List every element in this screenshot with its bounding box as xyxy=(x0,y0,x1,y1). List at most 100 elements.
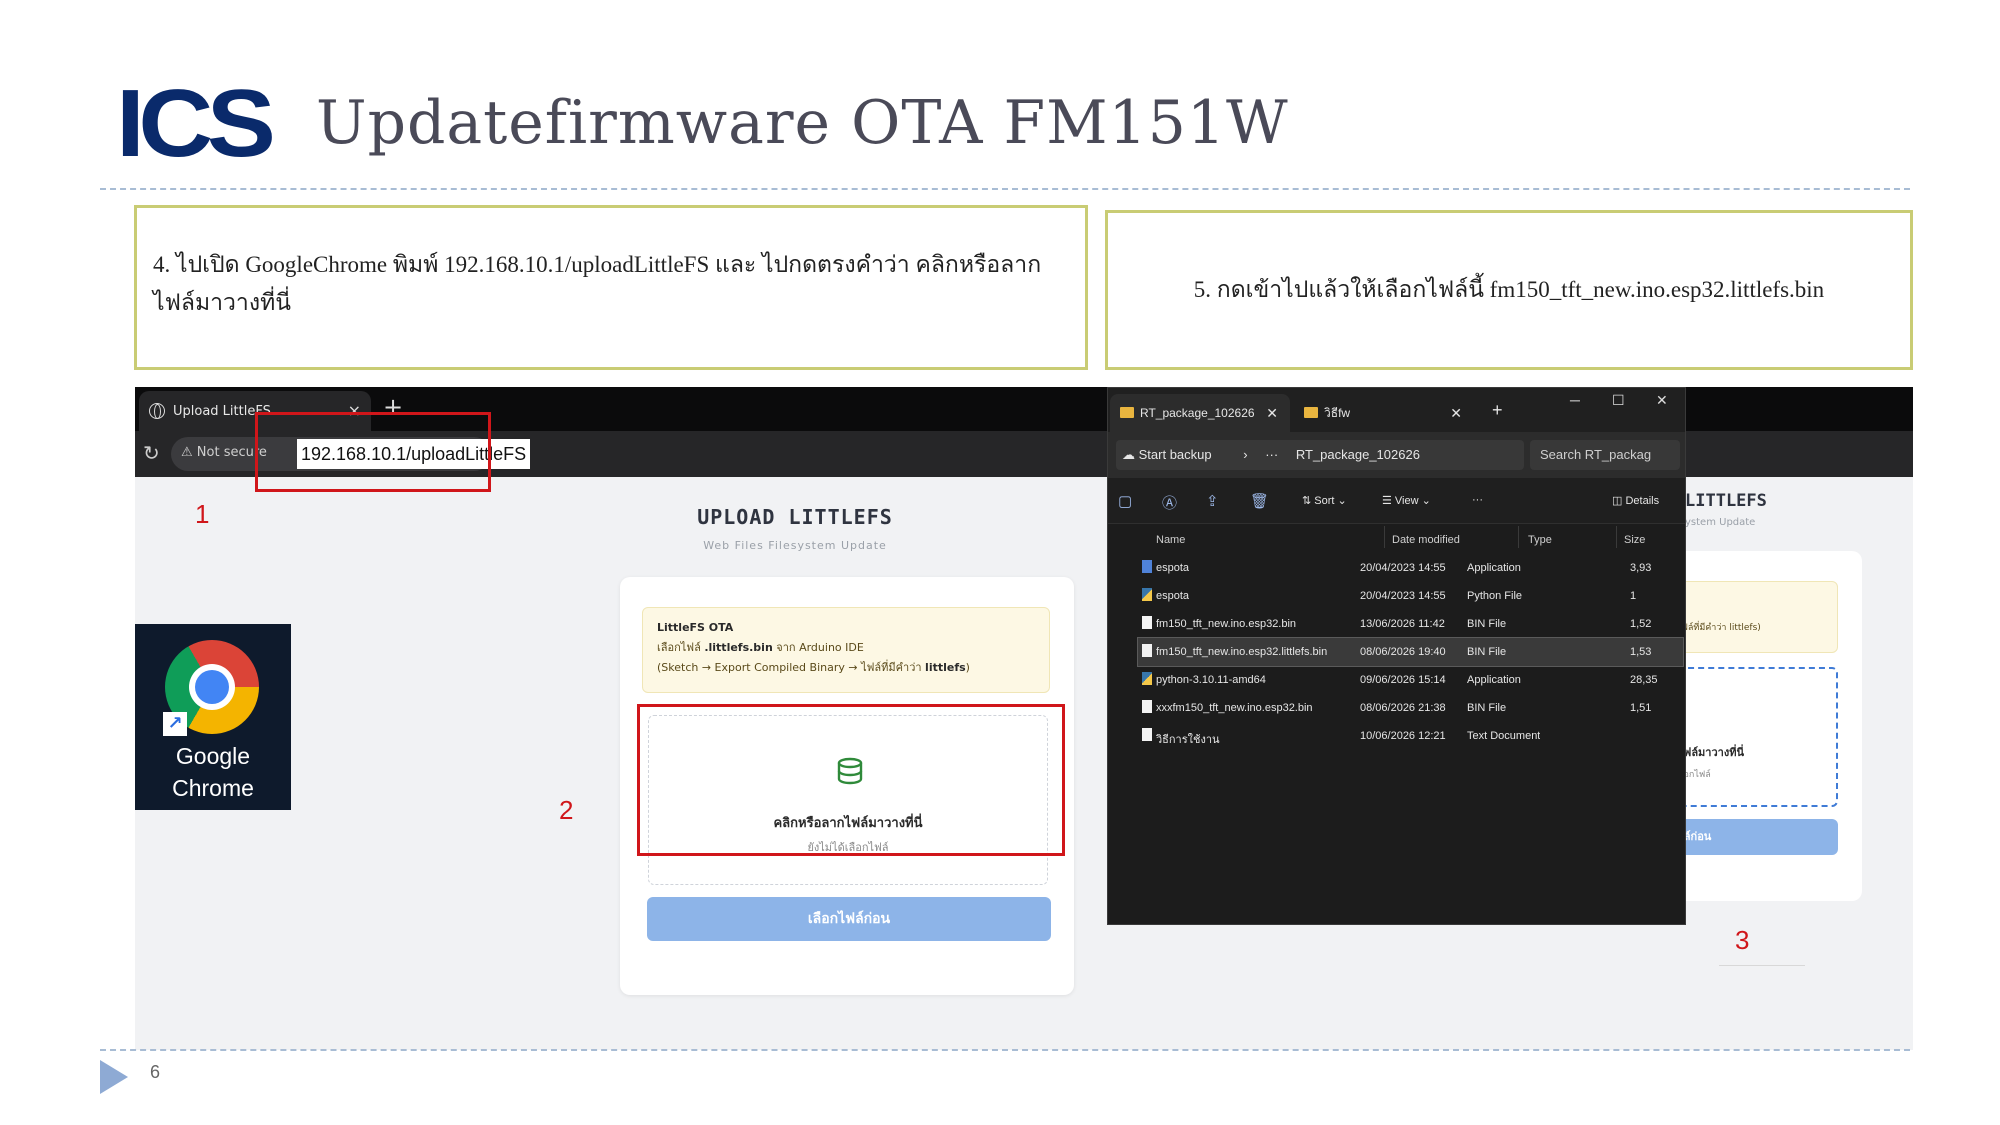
slide-title: Updatefirmware OTA FM151W xyxy=(316,88,1289,158)
browser-screenshot: Upload LittleFS × + ↻ ⚠ Not secure 192.1… xyxy=(135,387,1107,1050)
file-size: 28,35 xyxy=(1630,674,1658,686)
column-separator[interactable] xyxy=(1518,526,1519,548)
new-tab-icon[interactable]: + xyxy=(1492,400,1503,421)
globe-icon xyxy=(149,403,165,419)
info-line-1: เลือกไฟล์ .littlefs.bin จาก Arduino IDE xyxy=(657,640,864,654)
page-number: 6 xyxy=(150,1062,161,1082)
file-icon xyxy=(1142,728,1152,741)
info-title: LittleFS OTA xyxy=(657,621,734,634)
background-upload-card: ไฟล์ที่มีคำว่า littlefs) ไฟล์มาวางที่นี่… xyxy=(1672,551,1862,901)
delete-icon[interactable]: 🗑 xyxy=(1250,492,1269,510)
marker-1: 1 xyxy=(195,499,210,529)
background-dropzone-label: ไฟล์มาวางที่นี่ xyxy=(1678,746,1744,759)
folder-icon xyxy=(1304,407,1318,418)
explorer-tab-label: วิธีfw xyxy=(1324,406,1351,420)
column-separator[interactable] xyxy=(1384,526,1385,548)
file-date: 20/04/2023 14:55 xyxy=(1360,590,1446,602)
bottom-divider xyxy=(100,1049,1910,1051)
file-row[interactable]: xxxfm150_tft_new.ino.esp32.bin 08/06/2026… xyxy=(1138,694,1683,722)
shortcut-arrow-icon: ↗ xyxy=(163,712,187,736)
file-name: fm150_tft_new.ino.esp32.littlefs.bin xyxy=(1156,646,1328,658)
step5-text: 5. กดเข้าไปแล้วให้เลือกไฟล์นี้ fm150_tft… xyxy=(1193,277,1825,303)
breadcrumb-start-backup[interactable]: ☁ Start backup xyxy=(1122,447,1226,462)
sort-button[interactable]: ⇅ Sort ⌄ xyxy=(1302,494,1347,507)
file-type: BIN File xyxy=(1467,646,1507,658)
file-list: espota 20/04/2023 14:55 Application 3,93 esp… xyxy=(1137,554,1684,750)
breadcrumb-more[interactable]: ··· xyxy=(1265,447,1278,462)
close-window-icon[interactable]: ✕ xyxy=(1656,392,1668,409)
file-type: Python File xyxy=(1467,590,1523,602)
file-row[interactable]: espota 20/04/2023 14:55 Application 3,93 xyxy=(1138,554,1683,582)
background-dropzone-active[interactable]: ไฟล์มาวางที่นี่ ลือกไฟล์ xyxy=(1672,667,1838,807)
ics-logo: ICS xyxy=(116,70,276,177)
explorer-tab-rt-package[interactable]: RT_package_102626 ✕ xyxy=(1110,394,1290,432)
share-icon[interactable]: ⇪ xyxy=(1206,492,1219,510)
marker-3-underline xyxy=(1719,965,1805,966)
breadcrumb[interactable]: ☁ Start backup › ··· RT_package_102626 xyxy=(1116,440,1524,470)
marker-2: 2 xyxy=(559,795,574,825)
rename-icon[interactable]: Ⓐ xyxy=(1162,492,1177,513)
search-input[interactable]: Search RT_packag xyxy=(1530,440,1680,470)
file-date: 20/04/2023 14:55 xyxy=(1360,562,1446,574)
more-options-button[interactable]: ··· xyxy=(1472,494,1483,506)
info-box: LittleFS OTA เลือกไฟล์ .littlefs.bin จาก… xyxy=(642,607,1050,693)
minimize-icon[interactable]: ─ xyxy=(1570,392,1580,408)
upload-page-title: UPLOAD LITTLEFS xyxy=(697,505,893,529)
background-choose-button[interactable]: ฟล์ก่อน xyxy=(1672,819,1838,855)
background-page-title: LITTLEFS xyxy=(1685,491,1767,511)
reload-icon[interactable]: ↻ xyxy=(143,441,160,465)
explorer-tab-label: RT_package_102626 xyxy=(1140,406,1255,420)
column-name[interactable]: Name xyxy=(1156,534,1185,546)
column-type[interactable]: Type xyxy=(1528,534,1552,546)
file-row[interactable]: python-3.10.11-amd64 09/06/2026 15:14 Appl… xyxy=(1138,666,1683,694)
file-size: 3,93 xyxy=(1630,562,1652,574)
file-icon xyxy=(1142,616,1152,629)
explorer-toolbar: ▢ Ⓐ ⇪ 🗑 ⇅ Sort ⌄ ☰ View ⌄ ··· ◫ Details xyxy=(1108,478,1685,524)
column-size[interactable]: Size xyxy=(1624,534,1645,546)
file-name: python-3.10.11-amd64 xyxy=(1156,674,1266,686)
file-size: 1,51 xyxy=(1630,702,1652,714)
file-name: วิธีการใช้งาน xyxy=(1156,734,1220,746)
step5-instruction: 5. กดเข้าไปแล้วให้เลือกไฟล์นี้ fm150_tft… xyxy=(1105,210,1913,370)
maximize-icon[interactable]: ☐ xyxy=(1612,392,1625,409)
choose-file-button[interactable]: เลือกไฟล์ก่อน xyxy=(647,897,1051,941)
breadcrumb-current[interactable]: RT_package_102626 xyxy=(1296,447,1420,462)
file-type: BIN File xyxy=(1467,618,1507,630)
column-separator[interactable] xyxy=(1616,526,1617,548)
file-explorer-window: RT_package_102626 ✕ วิธีfw ✕ + ─ ☐ ✕ ☁ S… xyxy=(1107,387,1686,925)
file-name: espota xyxy=(1156,562,1190,574)
explorer-screenshot: LITTLEFS ystem Update ไฟล์ที่มีคำว่า lit… xyxy=(1107,387,1913,1050)
background-page-subtitle: ystem Update xyxy=(1685,517,1756,528)
python-file-icon xyxy=(1142,672,1152,685)
file-type: Application xyxy=(1467,562,1521,574)
file-type: Text Document xyxy=(1467,730,1541,742)
folder-icon xyxy=(1120,407,1134,418)
file-type: Application xyxy=(1467,674,1521,686)
column-date[interactable]: Date modified xyxy=(1392,534,1460,546)
file-date: 09/06/2026 15:14 xyxy=(1360,674,1446,686)
file-size: 1 xyxy=(1630,590,1637,602)
background-info-box: ไฟล์ที่มีคำว่า littlefs) xyxy=(1672,581,1838,653)
info-line-2: (Sketch → Export Compiled Binary → ไฟล์ท… xyxy=(657,660,970,674)
file-date: 10/06/2026 12:21 xyxy=(1360,730,1446,742)
explorer-tab-fw[interactable]: วิธีfw ✕ xyxy=(1294,394,1474,432)
file-icon xyxy=(1142,644,1152,657)
new-item-icon[interactable]: ▢ xyxy=(1118,492,1132,510)
file-row[interactable]: fm150_tft_new.ino.esp32.bin 13/06/2026 11… xyxy=(1138,610,1683,638)
view-button[interactable]: ☰ View ⌄ xyxy=(1382,494,1431,507)
column-headers: Name Date modified Type Size xyxy=(1108,524,1685,554)
details-button[interactable]: ◫ Details xyxy=(1612,494,1659,507)
file-row[interactable]: espota 20/04/2023 14:55 Python File 1 xyxy=(1138,582,1683,610)
python-file-icon xyxy=(1142,588,1152,601)
google-chrome-shortcut[interactable]: ↗ Google Chrome xyxy=(135,624,291,810)
application-icon xyxy=(1142,560,1152,573)
close-tab-icon[interactable]: ✕ xyxy=(1266,394,1278,432)
file-name: fm150_tft_new.ino.esp32.bin xyxy=(1156,618,1297,630)
file-row[interactable]: fm150_tft_new.ino.esp32.littlefs.bin 08/0… xyxy=(1137,637,1684,667)
file-type: BIN File xyxy=(1467,702,1507,714)
close-tab-icon[interactable]: ✕ xyxy=(1450,394,1462,432)
file-row[interactable]: วิธีการใช้งาน 10/06/2026 12:21 Text Docume… xyxy=(1138,722,1683,750)
file-size: 1,53 xyxy=(1630,646,1652,658)
marker-3: 3 xyxy=(1735,925,1750,955)
slide-bullet-icon xyxy=(100,1060,128,1094)
